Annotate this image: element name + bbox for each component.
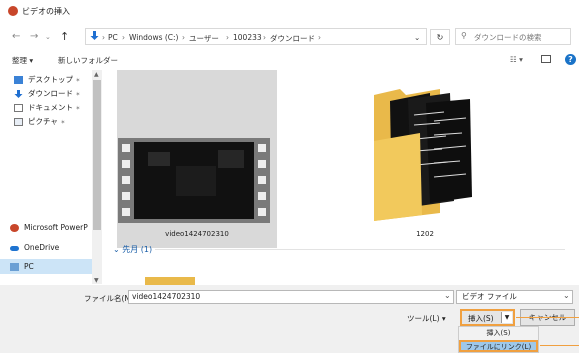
sidebar-scroll-thumb[interactable] xyxy=(93,80,101,230)
refresh-icon[interactable]: ↻ xyxy=(430,29,450,45)
powerpoint-icon xyxy=(8,6,18,16)
breadcrumb-user[interactable]: 100233 xyxy=(233,33,262,42)
breadcrumb-windows[interactable]: Windows (C:) xyxy=(129,33,178,42)
folder-icon[interactable] xyxy=(370,85,480,225)
desktop-icon xyxy=(14,76,23,84)
pc-icon xyxy=(10,263,19,271)
sidebar-item-desktop[interactable]: デスクトップ ✶ xyxy=(14,74,80,85)
powerpoint-icon xyxy=(10,224,19,232)
organize-button[interactable]: 整理 ▾ xyxy=(12,55,33,66)
file-name-folder[interactable]: 1202 xyxy=(370,230,480,238)
download-icon xyxy=(90,31,99,41)
sidebar-item-pc[interactable]: PC xyxy=(10,262,34,271)
breadcrumb-users[interactable]: ユーザー xyxy=(189,33,219,44)
tools-menu[interactable]: ツール(L) ▾ xyxy=(407,313,446,324)
pictures-icon xyxy=(14,118,23,126)
breadcrumb-downloads[interactable]: ダウンロード xyxy=(270,33,315,44)
breadcrumb-pc[interactable]: PC xyxy=(108,33,118,42)
sidebar-item-powerpoint[interactable]: Microsoft PowerP xyxy=(10,223,88,232)
sidebar-item-documents[interactable]: ドキュメント ✶ xyxy=(14,102,80,113)
callout-line xyxy=(540,345,579,346)
insert-dropdown-icon[interactable]: ▼ xyxy=(501,312,512,323)
scroll-down-icon[interactable]: ▼ xyxy=(94,277,99,284)
menu-item-insert[interactable]: 挿入(S) xyxy=(459,328,538,339)
menu-item-link-to-file[interactable]: ファイルにリンク(L) xyxy=(459,340,538,352)
address-dropdown-icon[interactable]: ⌄ xyxy=(414,33,420,42)
window-title: ビデオの挿入 xyxy=(22,7,70,16)
view-options-icon[interactable]: ☷ ▾ xyxy=(510,55,523,64)
sidebar-item-pictures[interactable]: ピクチャ ✶ xyxy=(14,116,65,127)
forward-arrow-icon[interactable]: → xyxy=(30,31,38,42)
chevron-down-icon[interactable]: ⌄ xyxy=(45,33,51,41)
search-icon: ⚲ xyxy=(461,31,467,40)
back-arrow-icon[interactable]: ← xyxy=(12,31,20,42)
filetype-dropdown-icon[interactable]: ⌄ xyxy=(563,291,570,300)
document-icon xyxy=(14,104,23,112)
filename-input[interactable]: video1424702310 xyxy=(128,290,454,304)
up-arrow-icon[interactable]: ↑ xyxy=(60,30,69,43)
insert-dropdown-menu: 挿入(S) ファイルにリンク(L) xyxy=(458,326,539,353)
title-bar xyxy=(0,0,579,22)
folder-icon-partial xyxy=(145,277,195,285)
preview-pane-icon[interactable] xyxy=(541,55,551,63)
filetype-select[interactable]: ビデオ ファイル xyxy=(456,290,573,304)
file-name-video[interactable]: video1424702310 xyxy=(117,230,277,238)
search-input[interactable]: ⚲ ダウンロードの検索 xyxy=(455,28,571,45)
sidebar-item-onedrive[interactable]: OneDrive xyxy=(10,243,59,252)
new-folder-button[interactable]: 新しいフォルダー xyxy=(58,55,118,66)
filename-dropdown-icon[interactable]: ⌄ xyxy=(444,291,451,300)
callout-line xyxy=(516,317,579,318)
sidebar-item-downloads[interactable]: ダウンロード ✶ xyxy=(14,88,80,99)
insert-button[interactable]: 挿入(S) ▼ xyxy=(460,309,515,326)
onedrive-icon xyxy=(10,245,19,251)
group-header[interactable]: ⌄ 先月 (1) xyxy=(113,244,152,255)
address-bar[interactable]: › PC › Windows (C:) › ユーザー › 100233 › ダウ… xyxy=(85,28,427,45)
download-icon xyxy=(14,90,23,98)
video-file-icon xyxy=(118,138,270,223)
help-icon[interactable]: ? xyxy=(565,54,576,65)
group-divider xyxy=(155,249,565,250)
scroll-up-icon[interactable]: ▲ xyxy=(94,71,99,78)
